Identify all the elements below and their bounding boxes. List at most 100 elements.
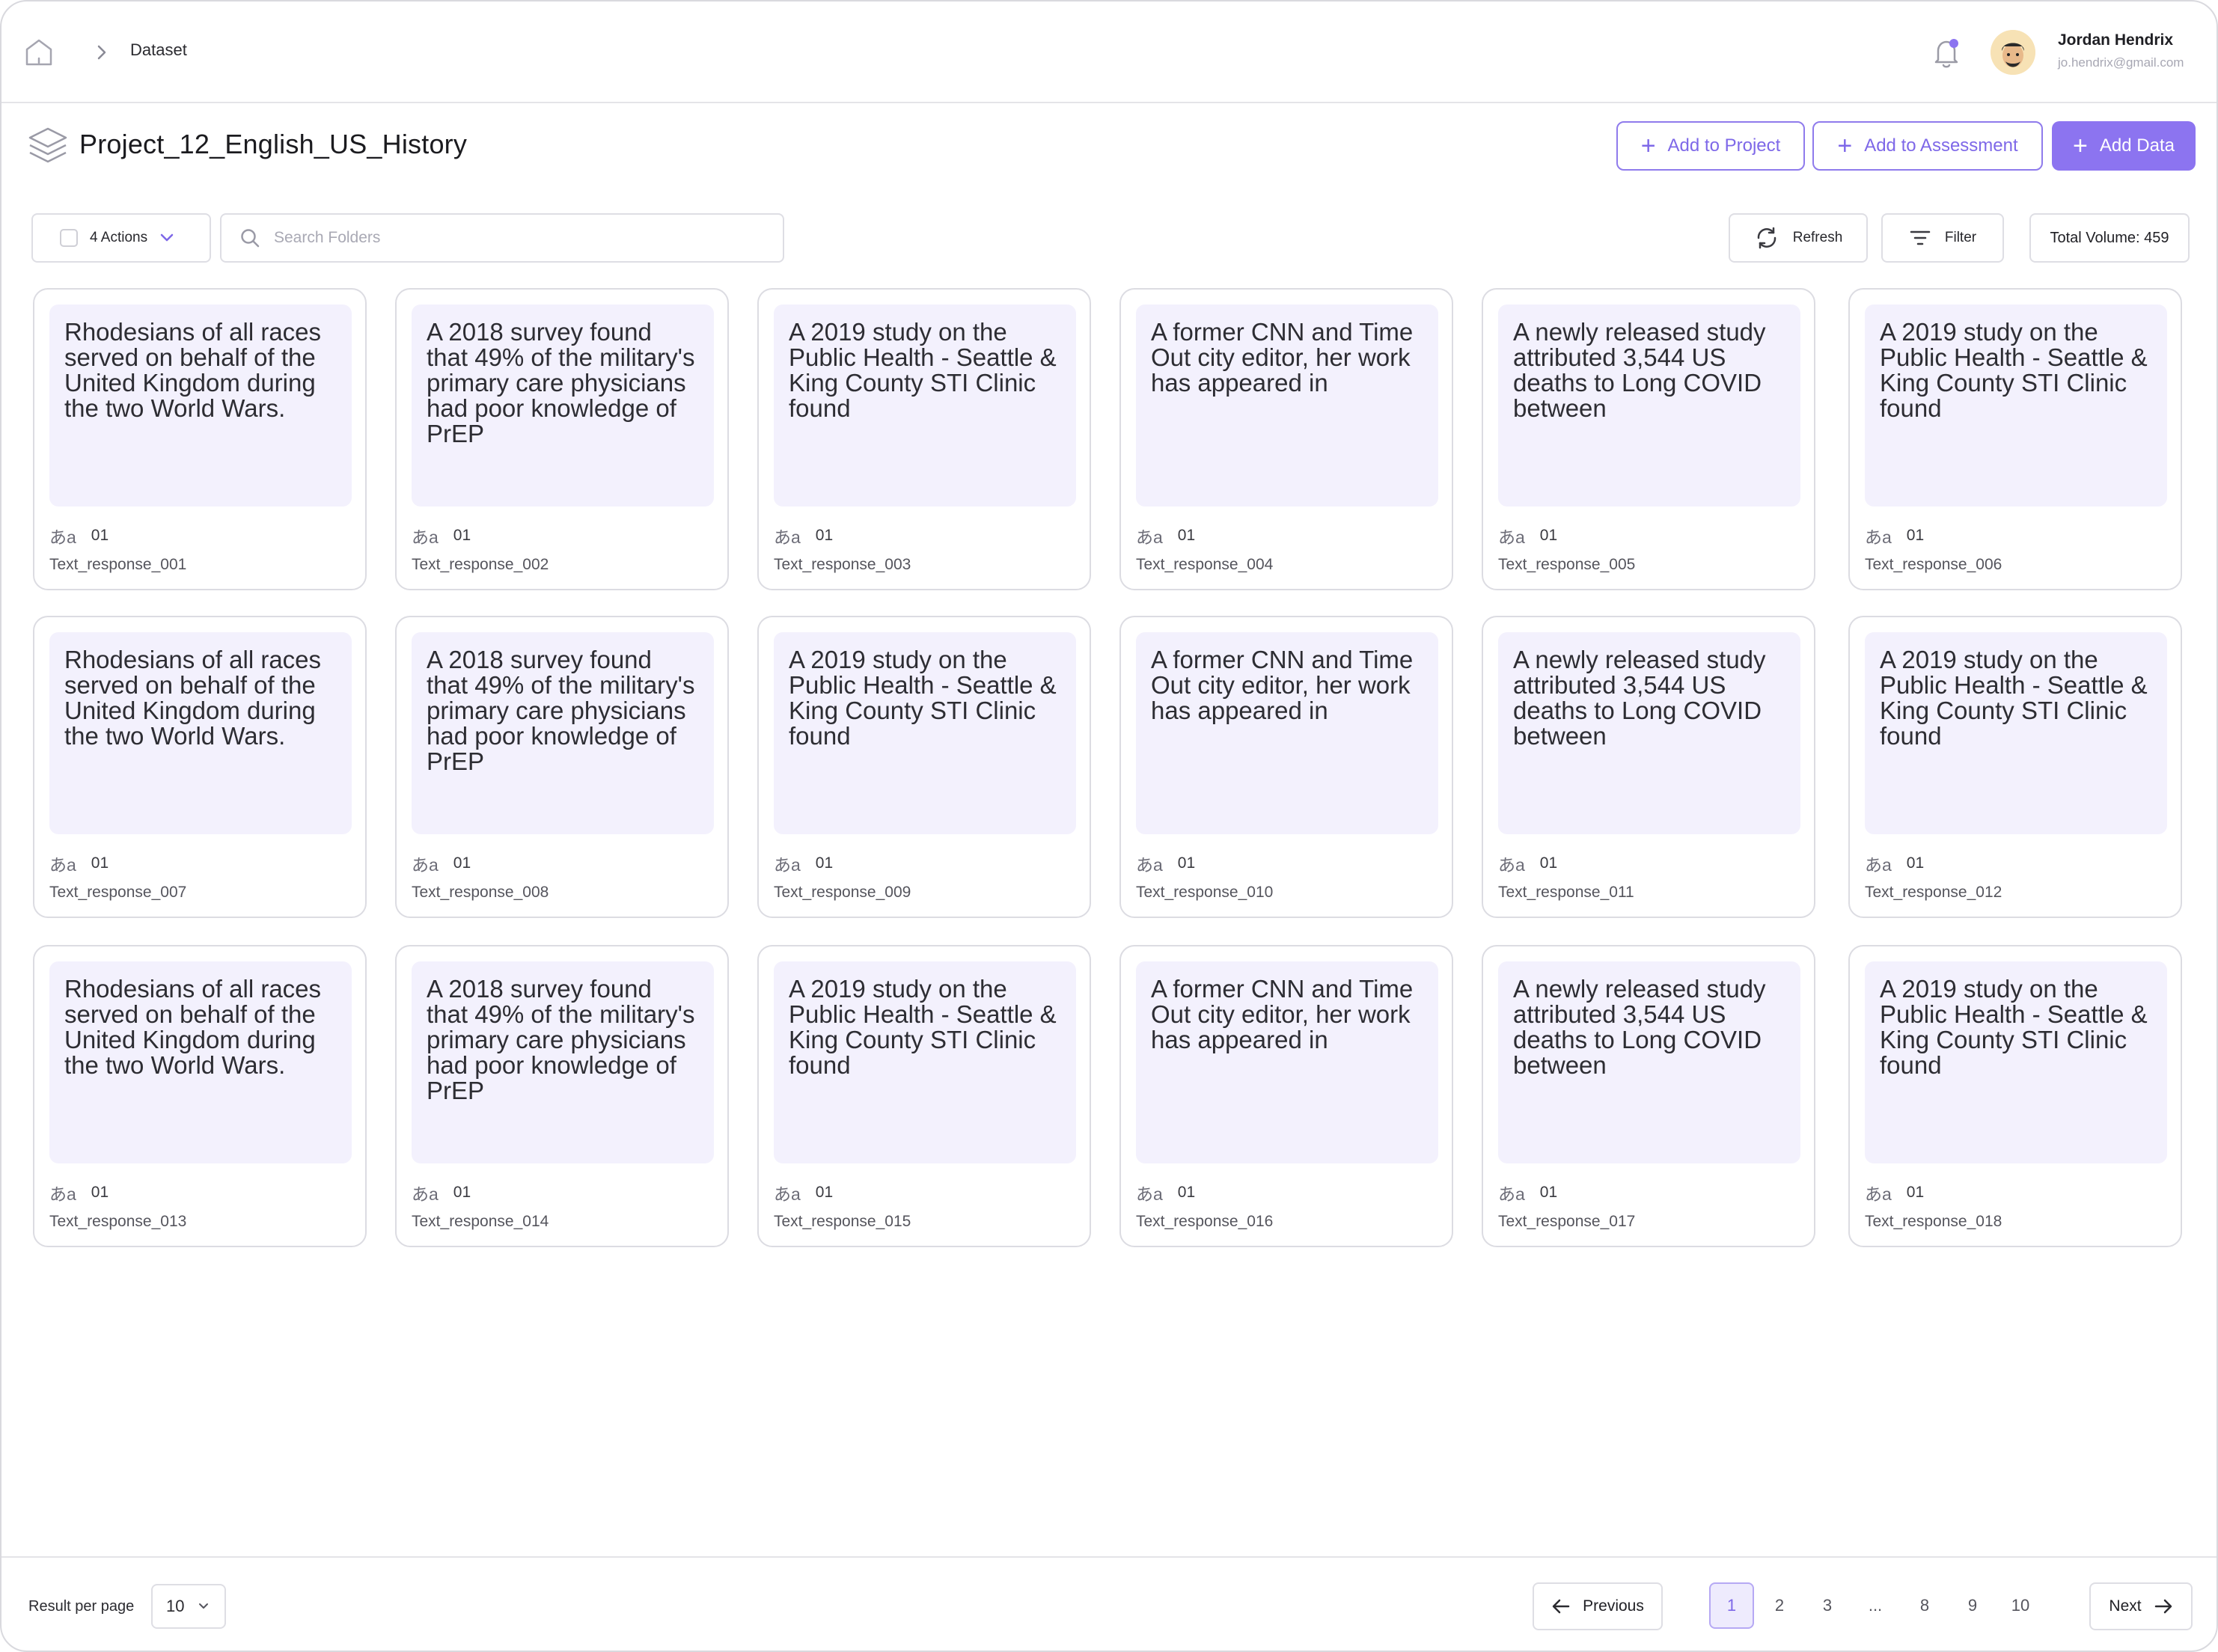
data-card[interactable]: A 2019 study on the Public Health - Seat… [1848,288,2182,590]
card-count: 01 [1539,854,1558,872]
card-name: Text_response_001 [49,556,187,573]
card-meta: あa 01 [774,523,833,548]
card-name: Text_response_010 [1136,884,1274,901]
page-number[interactable]: 10 [1998,1582,2043,1629]
previous-page-button[interactable]: Previous [1533,1582,1663,1630]
layers-icon [28,127,67,163]
breadcrumb-current[interactable]: Dataset [130,40,187,60]
card-count: 01 [453,527,471,544]
card-meta: あa 01 [1498,523,1557,548]
language-icon: あa [49,527,76,547]
data-card[interactable]: A newly released study attributed 3,544 … [1482,945,1815,1247]
card-name: Text_response_002 [412,556,549,573]
card-count: 01 [815,527,834,544]
card-preview-text: A newly released study attributed 3,544 … [1498,961,1800,1163]
avatar-face-icon [1991,30,2035,75]
top-bar: Dataset Jordan Hendrix jo.hendrix@gmail.… [1,1,2217,103]
search-input[interactable] [274,229,723,247]
data-card[interactable]: Rhodesians of all races served on behalf… [33,945,367,1247]
data-card[interactable]: A former CNN and Time Out city editor, h… [1119,945,1453,1247]
data-card[interactable]: A former CNN and Time Out city editor, h… [1119,288,1453,590]
add-to-project-button[interactable]: + Add to Project [1616,121,1805,171]
page-title: Project_12_English_US_History [79,129,468,159]
language-icon: あa [412,855,439,875]
card-name: Text_response_005 [1498,556,1636,573]
data-card[interactable]: A 2019 study on the Public Health - Seat… [757,616,1091,918]
card-preview-text: A former CNN and Time Out city editor, h… [1136,961,1438,1163]
language-icon: あa [1136,527,1163,547]
page-number[interactable]: 1 [1709,1582,1754,1629]
results-per-page-select[interactable]: 10 [151,1584,226,1629]
refresh-icon [1757,227,1776,249]
data-card[interactable]: A 2019 study on the Public Health - Seat… [1848,945,2182,1247]
chevron-right-icon [97,45,106,60]
home-icon[interactable] [22,36,55,69]
card-preview-text: A 2018 survey found that 49% of the mili… [412,632,714,834]
data-card[interactable]: A 2018 survey found that 49% of the mili… [395,945,729,1247]
data-card[interactable]: A 2019 study on the Public Health - Seat… [1848,616,2182,918]
data-card[interactable]: A 2018 survey found that 49% of the mili… [395,616,729,918]
data-card[interactable]: Rhodesians of all races served on behalf… [33,616,367,918]
data-card[interactable]: A newly released study attributed 3,544 … [1482,616,1815,918]
card-preview-text: A newly released study attributed 3,544 … [1498,632,1800,834]
card-count: 01 [815,1184,834,1201]
card-count: 01 [1906,527,1925,544]
card-preview-text: A 2018 survey found that 49% of the mili… [412,961,714,1163]
card-count: 01 [1906,854,1925,872]
card-name: Text_response_016 [1136,1213,1274,1230]
page-number[interactable]: 8 [1902,1582,1947,1629]
card-preview-text: Rhodesians of all races served on behalf… [49,961,352,1163]
language-icon: あa [1865,1184,1892,1204]
notification-bell-icon[interactable] [1931,36,1962,70]
data-card[interactable]: Rhodesians of all races served on behalf… [33,288,367,590]
refresh-button[interactable]: Refresh [1729,213,1868,263]
data-card[interactable]: A 2018 survey found that 49% of the mili… [395,288,729,590]
avatar[interactable] [1991,30,2035,75]
card-meta: あa 01 [49,523,109,548]
filter-button[interactable]: Filter [1881,213,2004,263]
card-preview-text: A 2018 survey found that 49% of the mili… [412,305,714,507]
page-number[interactable]: 2 [1757,1582,1802,1629]
language-icon: あa [1498,855,1525,875]
card-preview-text: A 2019 study on the Public Health - Seat… [774,961,1076,1163]
data-card[interactable]: A newly released study attributed 3,544 … [1482,288,1815,590]
card-meta: あa 01 [1865,851,1924,876]
add-data-label: Add Data [2099,135,2175,156]
plus-icon: + [2073,132,2088,160]
next-label: Next [2109,1597,2142,1615]
card-name: Text_response_015 [774,1213,911,1230]
user-email: jo.hendrix@gmail.com [2058,55,2184,70]
actions-dropdown[interactable]: 4 Actions [31,213,211,263]
select-all-checkbox[interactable] [60,229,78,247]
language-icon: あa [1136,855,1163,875]
card-preview-text: A 2019 study on the Public Health - Seat… [1865,961,2167,1163]
language-icon: あa [774,1184,801,1204]
card-meta: あa 01 [1865,1180,1924,1205]
card-meta: あa 01 [412,523,471,548]
card-count: 01 [815,854,834,872]
card-count: 01 [1177,854,1196,872]
card-count: 01 [1539,527,1558,544]
previous-label: Previous [1583,1597,1644,1615]
page-number[interactable]: 3 [1805,1582,1850,1629]
app-window: Dataset Jordan Hendrix jo.hendrix@gmail.… [0,0,2218,1652]
search-box [220,213,784,263]
card-preview-text: A 2019 study on the Public Health - Seat… [774,632,1076,834]
card-count: 01 [453,1184,471,1201]
page-number[interactable]: 9 [1950,1582,1995,1629]
data-card[interactable]: A former CNN and Time Out city editor, h… [1119,616,1453,918]
data-card[interactable]: A 2019 study on the Public Health - Seat… [757,945,1091,1247]
language-icon: あa [1498,1184,1525,1204]
card-meta: あa 01 [49,1180,109,1205]
user-name: Jordan Hendrix [2058,31,2174,49]
card-preview-text: Rhodesians of all races served on behalf… [49,632,352,834]
card-preview-text: A former CNN and Time Out city editor, h… [1136,632,1438,834]
next-page-button[interactable]: Next [2089,1582,2193,1630]
data-card[interactable]: A 2019 study on the Public Health - Seat… [757,288,1091,590]
language-icon: あa [49,855,76,875]
chevron-down-icon [160,233,174,242]
add-to-assessment-button[interactable]: + Add to Assessment [1812,121,2043,171]
add-data-button[interactable]: + Add Data [2052,121,2196,171]
actions-label: 4 Actions [90,230,148,245]
card-preview-text: A newly released study attributed 3,544 … [1498,305,1800,507]
